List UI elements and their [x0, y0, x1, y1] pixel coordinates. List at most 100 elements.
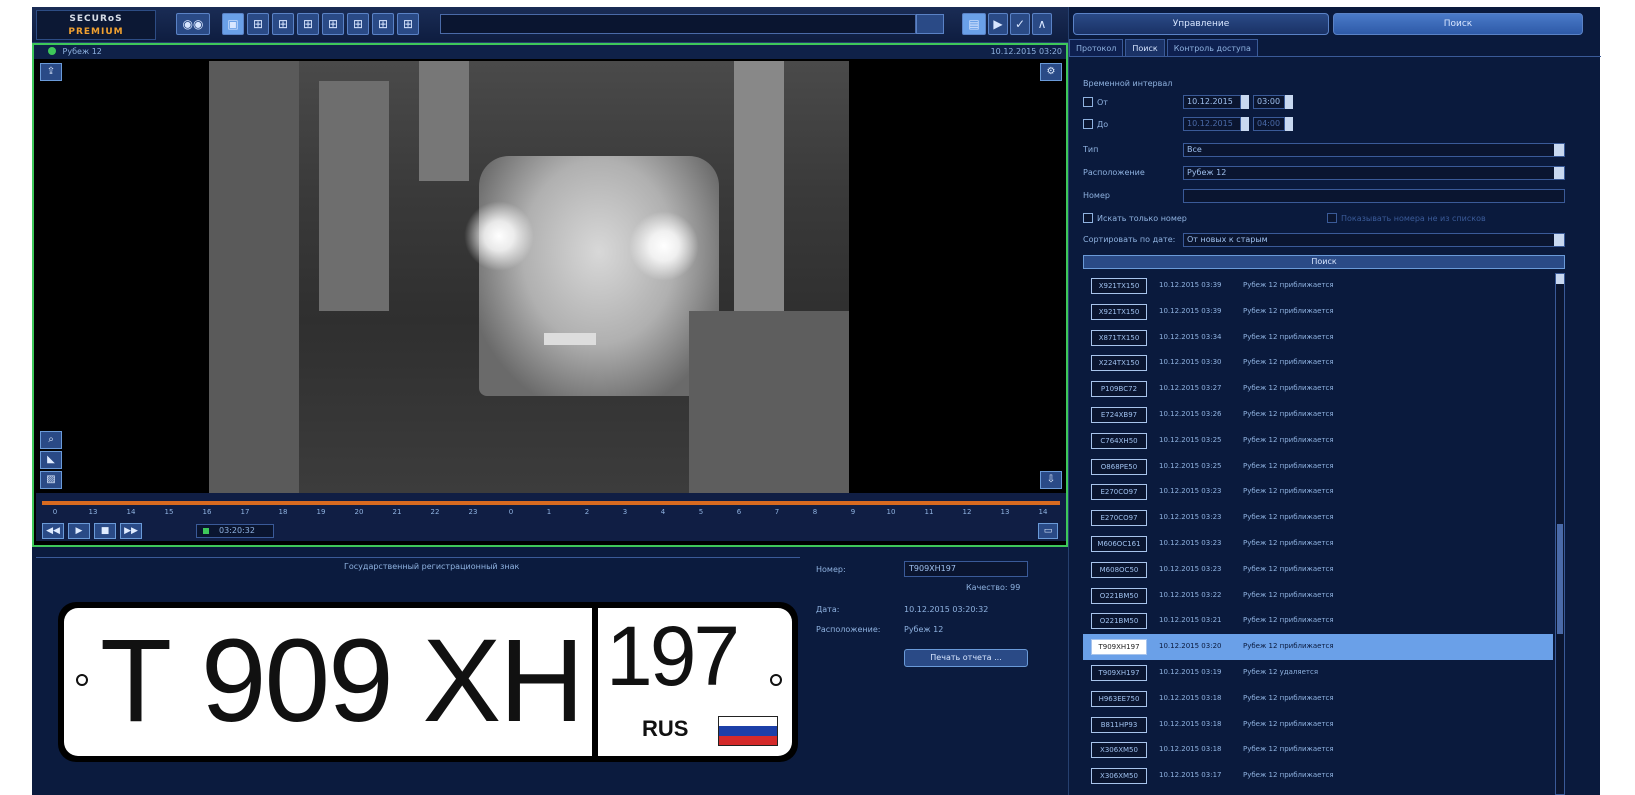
layout-1x1-button[interactable]: ▣ [222, 13, 244, 35]
result-row[interactable]: Х871ТХ150 10.12.2015 03:34 Рубеж 12 прибли… [1083, 325, 1553, 351]
stop-button[interactable]: ■ [94, 523, 116, 539]
result-row[interactable]: Е724ХВ97 10.12.2015 03:26 Рубеж 12 приближ… [1083, 402, 1553, 428]
result-row[interactable]: М608ОС50 10.12.2015 03:23 Рубеж 12 приближ… [1083, 557, 1553, 583]
zoom-icon[interactable]: ⌕ [40, 431, 62, 449]
print-report-button[interactable]: Печать отчета ... [904, 649, 1028, 667]
exact-number-checkbox[interactable] [1083, 213, 1093, 223]
location-filter-label: Расположение [1083, 168, 1145, 177]
number-field[interactable]: Т909ХН197 [904, 561, 1028, 577]
result-plate: Е270СО97 [1091, 510, 1147, 527]
result-row[interactable]: Х921ТХ150 10.12.2015 03:39 Рубеж 12 прибли… [1083, 299, 1553, 325]
layout-5x5-button[interactable]: ⊞ [397, 13, 419, 35]
search-mode-button[interactable]: Поиск [1333, 13, 1583, 35]
result-plate: Р109ВС72 [1091, 381, 1147, 398]
result-plate: Х306ХМ50 [1091, 742, 1147, 759]
to-date-input[interactable]: 10.12.2015 [1183, 117, 1241, 131]
plate-number: Т 909 ХН [100, 615, 584, 747]
location-select-value: Рубеж 12 [1187, 168, 1227, 177]
result-event: Рубеж 12 удаляется [1243, 668, 1319, 676]
export-icon[interactable]: ⇩ [1040, 471, 1062, 489]
extra-numbers-label: Показывать номера не из списков [1341, 214, 1486, 223]
result-row[interactable]: Е270СО97 10.12.2015 03:23 Рубеж 12 приближ… [1083, 505, 1553, 531]
result-event: Рубеж 12 приближается [1243, 487, 1334, 496]
rewind-button[interactable]: ◀◀ [42, 523, 64, 539]
result-row[interactable]: О221ВМ50 10.12.2015 03:22 Рубеж 12 приближ… [1083, 583, 1553, 609]
camera-menu-icon[interactable]: ⇪ [40, 63, 62, 81]
from-date-spinner[interactable] [1241, 95, 1249, 109]
location-value: Рубеж 12 [904, 625, 944, 634]
timeline-menu-button[interactable]: ▭ [1038, 523, 1058, 539]
tab-protocol[interactable]: Протокол [1069, 39, 1124, 56]
result-row[interactable]: Х921ТХ150 10.12.2015 03:39 Рубеж 12 прибли… [1083, 273, 1553, 299]
result-event: Рубеж 12 приближается [1243, 564, 1334, 573]
main-toolbar: SECURoS PREMIUM ◉◉ ▣ ⊞ ⊞ ⊞ ⊞ ⊞ ⊞ ⊞ ▤ ▶ ✓… [32, 7, 1068, 43]
result-row[interactable]: М606ОС161 10.12.2015 03:23 Рубеж 12 прибли… [1083, 531, 1553, 557]
from-time-input[interactable]: 03:00 [1253, 95, 1285, 109]
collapse-button[interactable]: ∧ [1032, 13, 1052, 35]
from-date-input[interactable]: 10.12.2015 [1183, 95, 1241, 109]
camera-list-bar[interactable] [440, 14, 916, 34]
layout-2x2-button[interactable]: ⊞ [247, 13, 269, 35]
sort-select[interactable]: От новых к старым [1183, 233, 1565, 247]
result-event: Рубеж 12 приближается [1243, 513, 1334, 522]
to-time-input[interactable]: 04:00 [1253, 117, 1285, 131]
result-time: 10.12.2015 03:21 [1159, 616, 1222, 625]
timeline-track[interactable] [42, 501, 1060, 505]
number-filter-input[interactable] [1183, 189, 1565, 203]
result-row[interactable]: О221ВМ50 10.12.2015 03:21 Рубеж 12 приближ… [1083, 608, 1553, 634]
tick-label: 3 [622, 508, 628, 516]
tab-search[interactable]: Поиск [1125, 39, 1165, 56]
to-date-spinner[interactable] [1241, 117, 1249, 131]
scroll-thumb[interactable] [1557, 524, 1563, 634]
tab-access-control[interactable]: Контроль доступа [1166, 39, 1258, 56]
result-time: 10.12.2015 03:39 [1159, 306, 1222, 315]
extra-numbers-checkbox[interactable] [1327, 213, 1337, 223]
camera-settings-icon[interactable]: ⚙ [1040, 63, 1062, 81]
snapshot-icon[interactable]: ▨ [40, 471, 62, 489]
monitor-mode-button[interactable]: ▤ [962, 13, 986, 35]
number-label: Номер: [816, 565, 846, 574]
fast-forward-button[interactable]: ▶▶ [120, 523, 142, 539]
location-select[interactable]: Рубеж 12 [1183, 166, 1565, 180]
ptz-icon[interactable]: ◣ [40, 451, 62, 469]
to-time-spinner[interactable] [1285, 117, 1293, 131]
result-row[interactable]: Т909ХН197 10.12.2015 03:20 Рубеж 12 прибли… [1083, 634, 1553, 661]
layout-1-5-button[interactable]: ⊞ [322, 13, 344, 35]
from-time-spinner[interactable] [1285, 95, 1293, 109]
control-button[interactable]: Управление [1073, 13, 1329, 35]
result-event: Рубеж 12 приближается [1243, 410, 1334, 418]
archive-timeline[interactable]: 0 13 14 15 16 17 18 19 20 21 22 23 0 1 2 3 4 5 6 7 8 9 10 11 12 1… [36, 493, 1066, 541]
result-plate: О868РЕ50 [1091, 458, 1147, 475]
to-checkbox[interactable] [1083, 119, 1093, 129]
layout-1-12-button[interactable]: ⊞ [372, 13, 394, 35]
result-row[interactable]: О868РЕ50 10.12.2015 03:25 Рубеж 12 приближ… [1083, 454, 1553, 480]
camera-select-button[interactable]: ◉◉ [176, 13, 210, 35]
confirm-button[interactable]: ✓ [1010, 13, 1030, 35]
result-row[interactable]: Х224ТХ150 10.12.2015 03:30 Рубеж 12 прибли… [1083, 350, 1553, 376]
result-row[interactable]: В811НР93 10.12.2015 03:18 Рубеж 12 приближ… [1083, 712, 1553, 738]
layout-3x3-button[interactable]: ⊞ [272, 13, 294, 35]
results-scrollbar[interactable] [1555, 273, 1565, 795]
result-row[interactable]: Т909ХН197 10.12.2015 03:19 Рубеж 12 удаляе… [1083, 660, 1553, 686]
result-row[interactable]: Х306ХМ50 10.12.2015 03:18 Рубеж 12 приближ… [1083, 737, 1553, 763]
result-row[interactable]: Р109ВС72 10.12.2015 03:27 Рубеж 12 приближ… [1083, 376, 1553, 402]
camera-list-end-button[interactable] [916, 14, 944, 34]
scroll-up-icon[interactable] [1556, 274, 1564, 284]
play-button[interactable]: ▶ [68, 523, 90, 539]
play-mode-button[interactable]: ▶ [988, 13, 1008, 35]
camera-frame[interactable]: Рубеж 12 10.12.2015 03:20 ⇪ ⚙ ⌕ ◣ ▨ ⇩ 0 … [32, 43, 1068, 547]
plate-main-section: Т 909 ХН [64, 608, 592, 756]
result-row[interactable]: Е270СО97 10.12.2015 03:23 Рубеж 12 приближ… [1083, 479, 1553, 505]
layout-4x4-button[interactable]: ⊞ [297, 13, 319, 35]
result-row[interactable]: С764ХН50 10.12.2015 03:25 Рубеж 12 приближ… [1083, 428, 1553, 454]
plate-region-code: 197 [606, 609, 740, 703]
timeline-time[interactable]: 03:20:32 [196, 524, 274, 538]
tick-label: 4 [660, 508, 666, 516]
search-button[interactable]: Поиск [1083, 255, 1565, 269]
from-checkbox[interactable] [1083, 97, 1093, 107]
result-row[interactable]: Н963ЕЕ750 10.12.2015 03:18 Рубеж 12 прибли… [1083, 686, 1553, 712]
result-row[interactable]: Х306ХМ50 10.12.2015 03:17 Рубеж 12 приближ… [1083, 763, 1553, 789]
result-event: Рубеж 12 приближается [1243, 616, 1334, 625]
type-select[interactable]: Все [1183, 143, 1565, 157]
layout-1-7-button[interactable]: ⊞ [347, 13, 369, 35]
